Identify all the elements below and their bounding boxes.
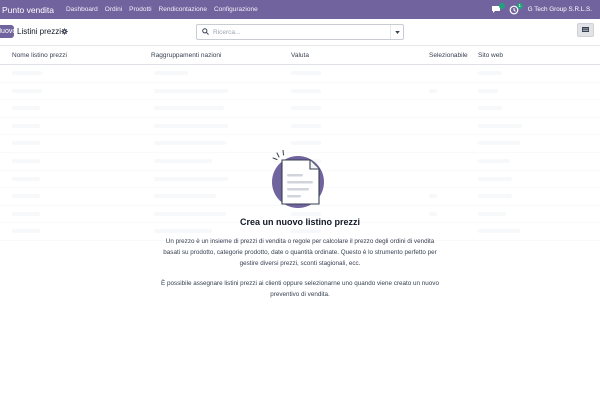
caret-down-icon[interactable] (390, 25, 403, 39)
list-view-button[interactable] (577, 23, 594, 37)
column-valuta[interactable]: Valuta (291, 52, 309, 59)
activity-badge: 1 (516, 2, 523, 9)
menu-dashboard[interactable]: Dashboard (66, 6, 98, 13)
chat-icon[interactable] (490, 2, 505, 16)
column-sito-web[interactable]: Sito web (478, 52, 503, 59)
search-input[interactable] (213, 27, 383, 37)
new-button[interactable]: Nuovo (0, 25, 14, 38)
chat-badge (498, 2, 505, 9)
gear-icon[interactable] (61, 28, 68, 37)
search-box[interactable] (196, 24, 404, 40)
column-selezionabile[interactable]: Selezionabile (429, 52, 468, 59)
helper-paragraph: Un prezzo è un insieme di prezzi di vend… (163, 238, 437, 267)
table-header: Nome listino prezzi Raggruppamenti nazio… (0, 47, 600, 65)
app-name[interactable]: Punto vendita (2, 5, 54, 15)
top-navbar: Punto vendita Dashboard Ordini Prodotti … (0, 0, 600, 19)
helper-paragraph: È possibile assegnare listini prezzi ai … (161, 280, 439, 298)
search-icon (202, 28, 209, 37)
empty-state-helper: Crea un nuovo listino prezzi Un prezzo è… (150, 150, 450, 300)
column-raggruppamenti[interactable]: Raggruppamenti nazioni (151, 52, 221, 59)
menu-prodotti[interactable]: Prodotti (129, 6, 151, 13)
activity-icon[interactable]: 1 (508, 2, 523, 16)
list-view-icon (582, 26, 589, 34)
column-nome[interactable]: Nome listino prezzi (12, 52, 67, 59)
breadcrumb: Listini prezzi (17, 27, 62, 36)
helper-title: Crea un nuovo listino prezzi (239, 217, 360, 227)
menu-configurazione[interactable]: Configurazione (214, 6, 258, 13)
company-switcher[interactable]: G Tech Group S.R.L.S. (528, 6, 592, 13)
empty-document-icon (150, 150, 450, 208)
control-panel: Nuovo Listini prezzi (0, 19, 600, 46)
menu-rendicontazione[interactable]: Rendicontazione (159, 6, 207, 13)
menu-ordini[interactable]: Ordini (105, 6, 122, 13)
